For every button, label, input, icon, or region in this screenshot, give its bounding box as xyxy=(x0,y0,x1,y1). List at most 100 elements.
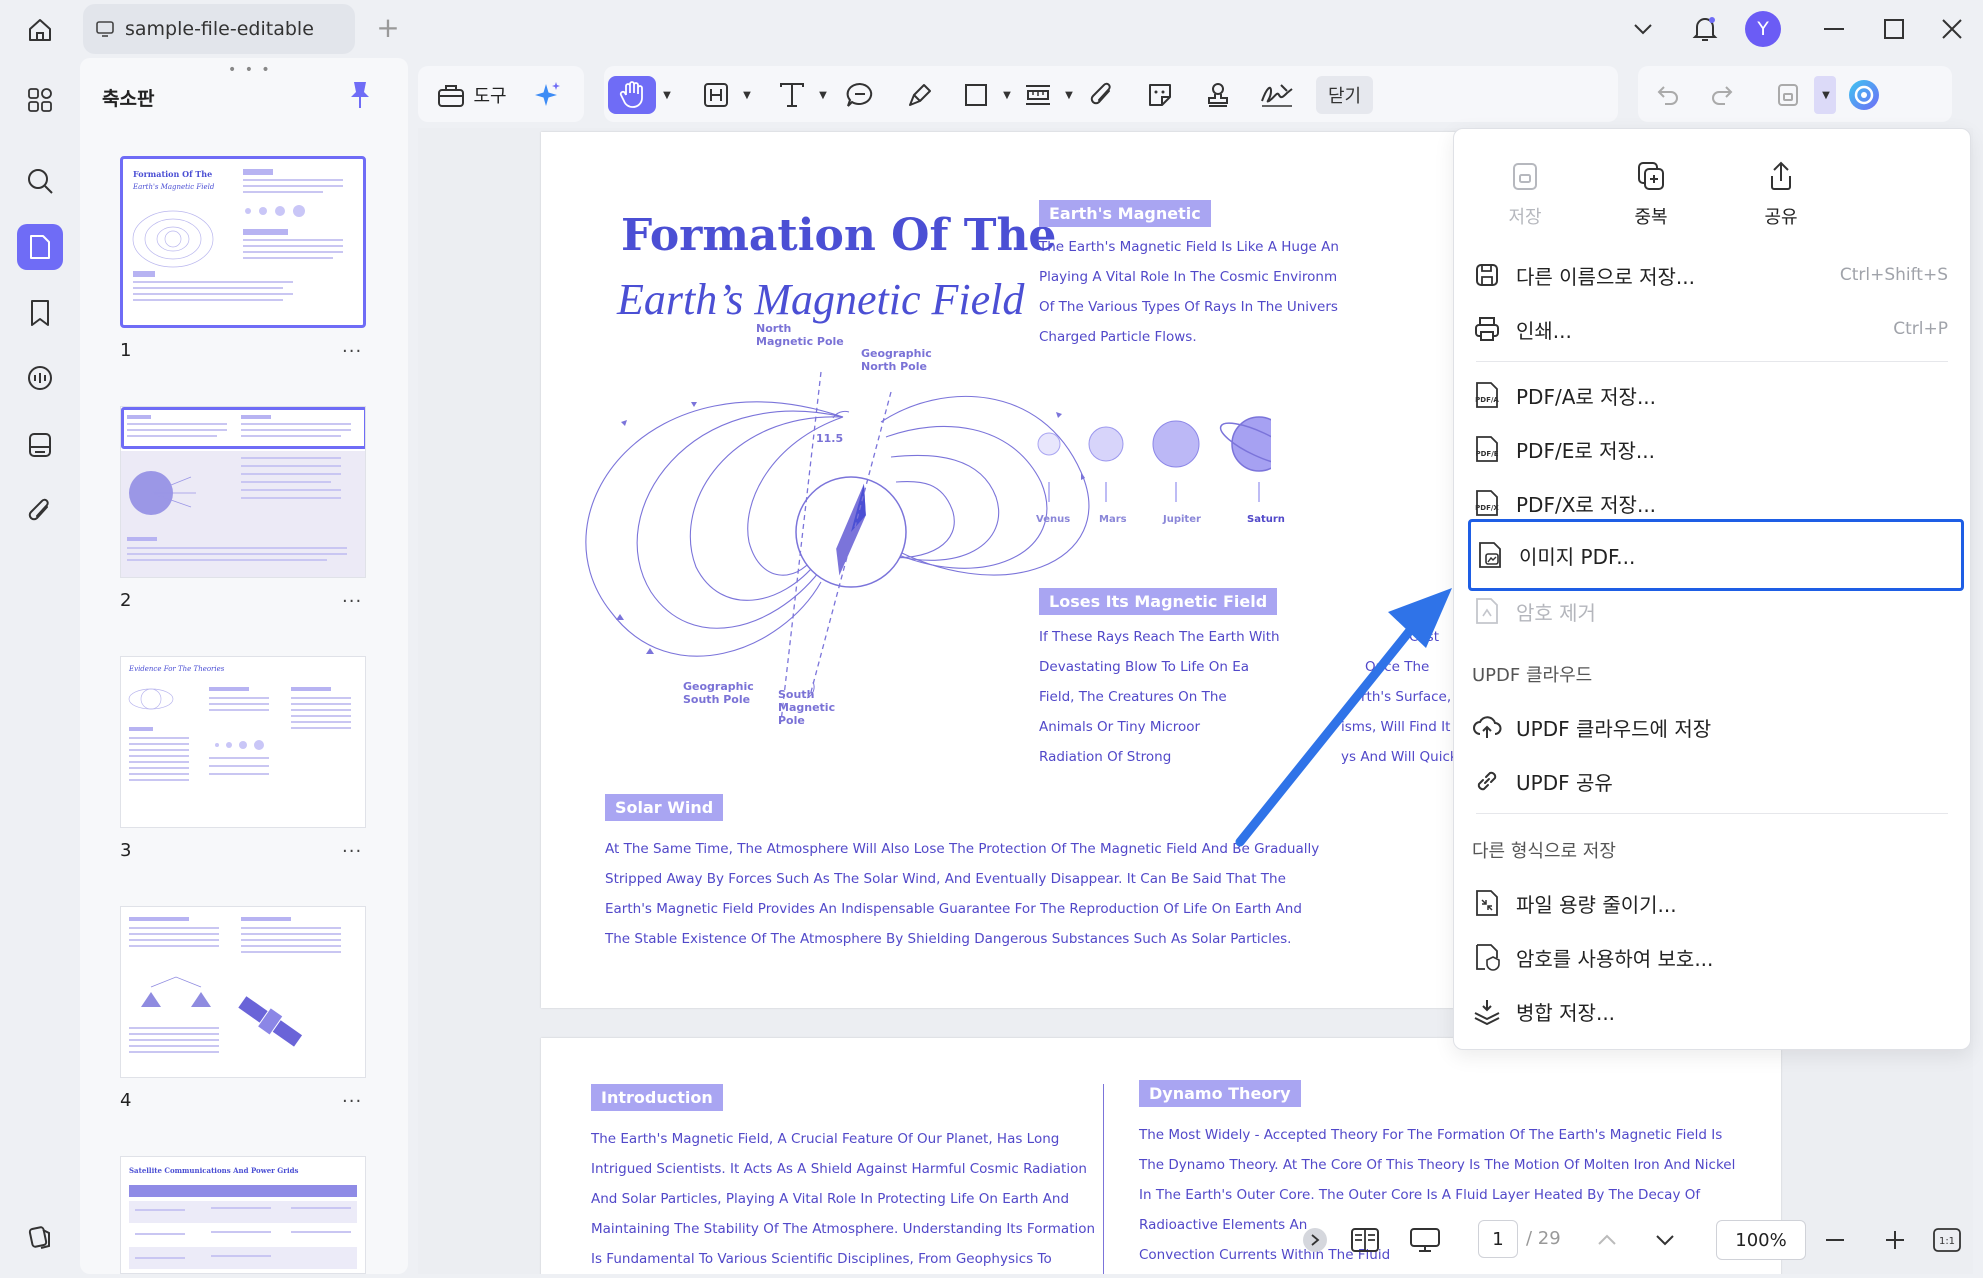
page-number-3: 3 xyxy=(120,840,132,861)
signature-tool-icon[interactable] xyxy=(1254,76,1300,114)
menu-print[interactable]: 인쇄... Ctrl+P xyxy=(1472,305,1952,353)
hand-tool-dropdown[interactable]: ▼ xyxy=(656,76,676,114)
updf-ai-icon[interactable] xyxy=(1844,76,1884,114)
text-dropdown[interactable]: ▼ xyxy=(812,76,832,114)
tools-group: 도구 xyxy=(418,66,584,122)
svg-text:Evidence For The Theories: Evidence For The Theories xyxy=(128,665,225,673)
menu-save-pdfe[interactable]: PDF/E PDF/E로 저장... xyxy=(1472,425,1952,473)
menu-duplicate-button[interactable]: 중복 xyxy=(1606,159,1696,229)
menu-share-label: 공유 xyxy=(1764,207,1798,228)
save-as-label: 다른 이름으로 저장... xyxy=(1516,264,1695,289)
svg-text:PDF/X: PDF/X xyxy=(1475,504,1499,512)
next-page-icon[interactable] xyxy=(1650,1226,1680,1254)
page-layout-icon[interactable] xyxy=(1348,1224,1382,1256)
pdfe-label: PDF/E로 저장... xyxy=(1516,438,1655,463)
presentation-icon[interactable] xyxy=(1408,1224,1442,1256)
highlight-dropdown[interactable]: ▼ xyxy=(736,76,756,114)
pin-icon[interactable] xyxy=(348,80,374,110)
rectangle-tool-icon[interactable] xyxy=(956,76,996,114)
reduce-size-label: 파일 용량 줄이기... xyxy=(1516,892,1677,917)
paragraph-line: Is Fundamental To Various Scientific Dis… xyxy=(591,1251,1052,1267)
planet-label-mars: Mars xyxy=(1099,514,1127,525)
page-thumbnail-2[interactable] xyxy=(120,406,366,578)
zoom-level-input[interactable]: 100% xyxy=(1716,1220,1806,1260)
zoom-out-icon[interactable] xyxy=(1820,1226,1850,1254)
paperclip-icon[interactable] xyxy=(17,488,63,534)
comment-icon[interactable] xyxy=(17,356,63,402)
paragraph-line: Devastating Blow To Life On Ea xyxy=(1039,659,1250,675)
print-shortcut: Ctrl+P xyxy=(1893,319,1948,339)
close-tools-button[interactable]: 닫기 xyxy=(1316,76,1374,114)
comment-tool-icon[interactable] xyxy=(840,76,880,114)
menu-reduce-size[interactable]: 파일 용량 줄이기... xyxy=(1472,879,1952,927)
page-more-2[interactable]: ... xyxy=(342,586,362,607)
maximize-icon[interactable] xyxy=(1876,10,1912,48)
section-heading-introduction: Introduction xyxy=(591,1084,723,1111)
highlight-tool-icon[interactable] xyxy=(696,76,736,114)
user-avatar[interactable]: Y xyxy=(1744,10,1782,48)
save-icon[interactable] xyxy=(1768,76,1808,114)
search-icon[interactable] xyxy=(17,158,63,204)
menu-updf-share[interactable]: UPDF 공유 xyxy=(1472,757,1952,805)
paragraph-line-tail: rth's Surface, xyxy=(1361,689,1452,705)
save-dropdown[interactable]: ▼ xyxy=(1814,76,1836,114)
stamp-icon[interactable] xyxy=(17,422,63,468)
undo-icon[interactable] xyxy=(1648,76,1688,114)
save-as-shortcut: Ctrl+Shift+S xyxy=(1839,265,1948,285)
toolbox-icon xyxy=(437,82,465,108)
page-more-3[interactable]: ... xyxy=(342,836,362,857)
panel-drag-handle[interactable]: • • • xyxy=(228,62,272,78)
minimize-icon[interactable] xyxy=(1816,10,1852,48)
stamp-tool-icon[interactable] xyxy=(1198,76,1238,114)
menu-image-pdf[interactable]: 이미지 PDF... xyxy=(1468,519,1964,591)
layers-icon[interactable] xyxy=(17,1214,63,1260)
page-thumbnail-4[interactable] xyxy=(120,906,366,1078)
page-more-1[interactable]: ... xyxy=(342,336,362,357)
svg-text:PDF/A: PDF/A xyxy=(1475,396,1499,404)
text-tool-icon[interactable] xyxy=(772,76,812,114)
section-heading-earths-magnetic: Earth's Magnetic xyxy=(1039,200,1211,227)
menu-save-as[interactable]: 다른 이름으로 저장... Ctrl+Shift+S xyxy=(1472,251,1952,299)
actual-size-icon[interactable]: 1:1 xyxy=(1932,1226,1962,1254)
previous-page-icon[interactable] xyxy=(1592,1226,1622,1254)
thumbnails-panel: • • • 축소판 Formation Of The Earth's Magne… xyxy=(80,58,408,1274)
redo-icon[interactable] xyxy=(1702,76,1742,114)
current-page-input[interactable]: 1 xyxy=(1478,1220,1518,1258)
paragraph-line: The Most Widely - Accepted Theory For Th… xyxy=(1139,1127,1723,1143)
home-icon[interactable] xyxy=(22,12,58,48)
grid-view-icon[interactable] xyxy=(17,77,63,123)
bookmark-icon[interactable] xyxy=(17,290,63,336)
menu-share-button[interactable]: 공유 xyxy=(1736,159,1826,229)
measure-dropdown[interactable]: ▼ xyxy=(1058,76,1078,114)
shape-dropdown[interactable]: ▼ xyxy=(996,76,1016,114)
menu-remove-password[interactable]: 암호 제거 xyxy=(1472,587,1952,635)
zoom-in-icon[interactable] xyxy=(1880,1226,1910,1254)
document-tab[interactable]: sample-file-editable xyxy=(83,4,355,54)
close-window-icon[interactable] xyxy=(1934,10,1970,48)
title-bar: sample-file-editable + Y xyxy=(0,0,1983,58)
measure-tool-icon[interactable] xyxy=(1018,76,1058,114)
pen-tool-icon[interactable] xyxy=(900,76,940,114)
page-thumbnail-1[interactable]: Formation Of The Earth's Magnetic Field xyxy=(120,156,366,328)
sticker-tool-icon[interactable] xyxy=(1140,76,1180,114)
tools-button[interactable]: 도구 xyxy=(432,76,512,114)
collapse-bar-icon[interactable] xyxy=(1303,1228,1327,1252)
menu-protect-password[interactable]: 암호를 사용하여 보호... xyxy=(1472,933,1952,981)
page-thumbnail-3[interactable]: Evidence For The Theories xyxy=(120,656,366,828)
new-tab-button[interactable]: + xyxy=(373,14,403,44)
page-thumbnail-5[interactable]: Satellite Communications And Power Grids xyxy=(120,1156,366,1274)
menu-save-to-cloud[interactable]: UPDF 클라우드에 저장 xyxy=(1472,703,1952,751)
chevron-down-icon[interactable] xyxy=(1626,10,1660,48)
menu-save-pdfa[interactable]: PDF/A PDF/A로 저장... xyxy=(1472,371,1952,419)
shield-lock-icon xyxy=(1472,942,1502,972)
menu-save-button[interactable]: 저장 xyxy=(1480,159,1570,229)
tab-title: sample-file-editable xyxy=(125,18,314,40)
left-rail xyxy=(0,58,80,1278)
attachment-tool-icon[interactable] xyxy=(1082,76,1122,114)
bell-icon[interactable] xyxy=(1688,10,1722,48)
page-more-4[interactable]: ... xyxy=(342,1086,362,1107)
ai-sparkle-icon[interactable] xyxy=(528,76,568,114)
thumbnails-icon[interactable] xyxy=(17,224,63,270)
hand-tool-icon[interactable] xyxy=(608,76,656,114)
menu-flatten-save[interactable]: 병합 저장... xyxy=(1472,987,1952,1035)
